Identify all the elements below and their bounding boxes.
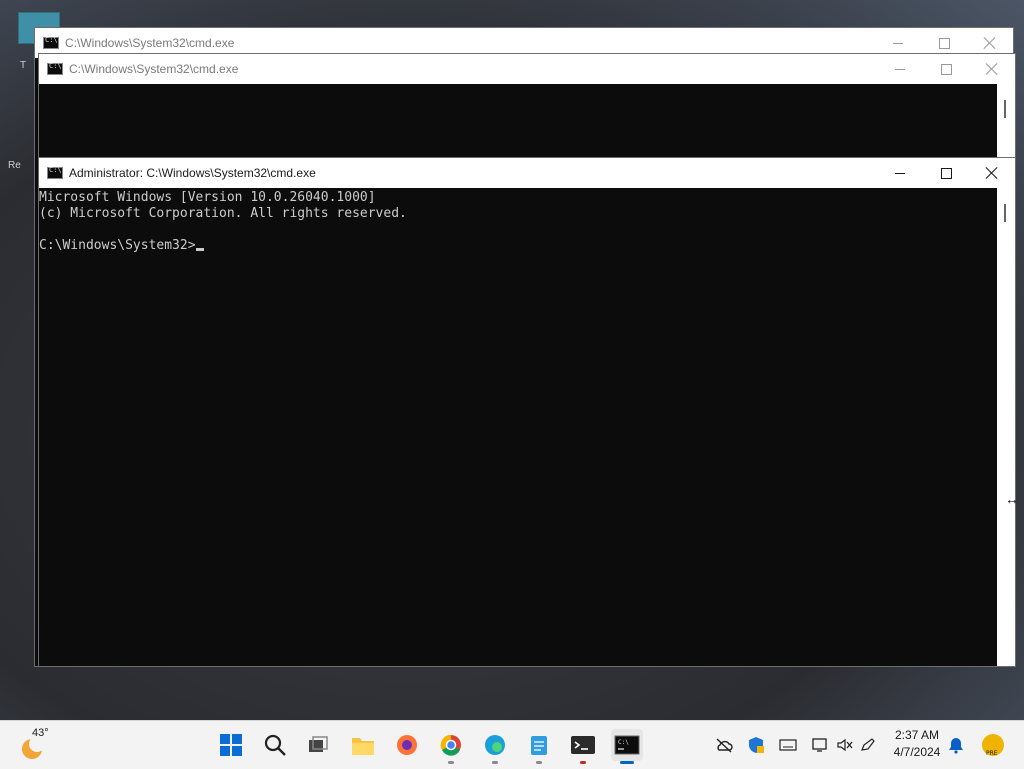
- side-glyph: Re: [8, 160, 21, 171]
- titlebar-admin[interactable]: Administrator: C:\Windows\System32\cmd.e…: [39, 158, 1015, 188]
- close-icon: [986, 167, 998, 179]
- running-indicator: [492, 761, 498, 764]
- task-view-icon: [309, 736, 328, 752]
- minimize-button[interactable]: [877, 54, 923, 84]
- maximize-button[interactable]: [923, 158, 969, 188]
- minimize-icon: [895, 68, 905, 70]
- console-line: Microsoft Windows [Version 10.0.26040.10…: [39, 190, 376, 205]
- side-glyph: T: [20, 60, 27, 71]
- file-explorer-button[interactable]: [347, 729, 379, 761]
- running-indicator: [620, 761, 634, 764]
- defender-icon: [749, 737, 764, 753]
- chrome-icon: [440, 734, 461, 756]
- running-indicator: [448, 761, 454, 764]
- network-button[interactable]: [809, 734, 831, 756]
- text-cursor: [195, 248, 204, 251]
- keyboard-icon: [779, 739, 797, 751]
- preview-badge-icon: PRE: [982, 734, 1004, 757]
- maximize-icon: [938, 37, 950, 49]
- minimize-button[interactable]: [877, 158, 923, 188]
- preview-badge[interactable]: PRE: [980, 732, 1006, 758]
- task-view-button[interactable]: [302, 729, 334, 761]
- volume-button[interactable]: [834, 734, 856, 756]
- file-explorer-icon: [352, 738, 374, 755]
- cmd-app-icon: [43, 36, 59, 49]
- search-icon: [264, 734, 286, 756]
- window-title: Administrator: C:\Windows\System32\cmd.e…: [69, 166, 316, 180]
- volume-muted-icon: [837, 738, 853, 752]
- cmd-window-admin[interactable]: Administrator: C:\Windows\System32\cmd.e…: [38, 157, 1016, 667]
- close-icon: [984, 37, 996, 49]
- notepad-icon: [531, 736, 547, 755]
- start-icon: [220, 734, 242, 756]
- search-button[interactable]: [259, 729, 291, 761]
- window-title: C:\Windows\System32\cmd.exe: [65, 36, 235, 50]
- console-line: ​: [39, 222, 997, 238]
- console-prompt-line[interactable]: C:\Windows\System32>: [39, 238, 997, 254]
- defender-button[interactable]: [745, 734, 767, 756]
- close-icon: [986, 63, 998, 75]
- scroll-thumb[interactable]: [1004, 100, 1006, 118]
- maximize-icon: [940, 63, 952, 75]
- console-line: (c) Microsoft Corporation. All rights re…: [39, 206, 407, 221]
- resize-cursor-icon: ↔: [1005, 491, 1019, 507]
- system-clock[interactable]: 2:37 AM 4/7/2024: [884, 727, 950, 761]
- svg-text:PRE: PRE: [986, 750, 998, 757]
- terminal-button[interactable]: [567, 729, 599, 764]
- edge-icon: [485, 735, 505, 755]
- firefox-button[interactable]: [391, 729, 423, 761]
- cmd-button[interactable]: C:\: [611, 729, 643, 764]
- maximize-button[interactable]: [923, 54, 969, 84]
- close-button[interactable]: [969, 54, 1015, 84]
- maximize-icon: [940, 167, 952, 179]
- console-output[interactable]: Microsoft Windows [Version 10.0.26040.10…: [39, 188, 997, 666]
- cmd-app-icon: [47, 166, 63, 179]
- window-title: C:\Windows\System32\cmd.exe: [69, 62, 239, 76]
- cloud-offline-button[interactable]: [713, 734, 735, 756]
- notifications-button[interactable]: [945, 734, 967, 756]
- weather-moon-icon: [22, 736, 45, 759]
- svg-text:C:\: C:\: [618, 739, 629, 746]
- weather-temperature: 43°: [32, 727, 49, 739]
- cmd-icon: C:\: [614, 735, 640, 755]
- notification-bell-icon: [949, 738, 963, 754]
- pen-icon: [861, 738, 875, 751]
- cmd-app-icon: [47, 62, 63, 75]
- minimize-icon: [893, 42, 903, 44]
- cloud-offline-icon: [716, 738, 733, 753]
- minimize-icon: [895, 172, 905, 174]
- console-prompt: C:\Windows\System32>: [39, 238, 196, 253]
- titlebar-middle[interactable]: C:\Windows\System32\cmd.exe: [39, 54, 1015, 84]
- chrome-button[interactable]: [435, 729, 467, 764]
- network-icon: [812, 738, 827, 752]
- terminal-icon: [571, 736, 595, 754]
- taskbar: 43° C:\ 2:37 AM 4/7/2024 PRE: [0, 720, 1024, 769]
- vertical-scrollbar[interactable]: [997, 188, 1015, 666]
- edge-button[interactable]: [479, 729, 511, 764]
- running-indicator: [580, 761, 586, 764]
- weather-widget[interactable]: 43°: [14, 727, 74, 763]
- close-button[interactable]: [969, 158, 1015, 188]
- clock-date: 4/7/2024: [893, 745, 941, 759]
- running-indicator: [536, 761, 542, 764]
- firefox-icon: [397, 735, 417, 755]
- notepad-button[interactable]: [523, 729, 555, 764]
- keyboard-button[interactable]: [777, 734, 799, 756]
- scroll-thumb[interactable]: [1004, 204, 1006, 222]
- clock-time: 2:37 AM: [894, 728, 940, 742]
- pen-button[interactable]: [857, 734, 879, 756]
- start-button[interactable]: [215, 729, 247, 761]
